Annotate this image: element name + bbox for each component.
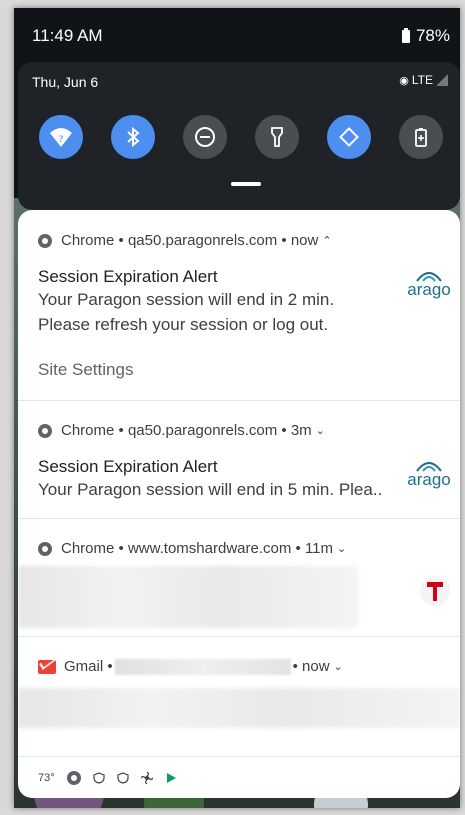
redacted-content [18, 566, 358, 628]
chrome-icon [38, 423, 52, 438]
auto-rotate-tile[interactable] [327, 115, 371, 159]
vibrate-icon: ◉ [399, 74, 409, 87]
notification-body-line2: Please refresh your session or log out. [38, 315, 329, 334]
notification-card[interactable]: Chrome • www.tomshardware.com • 11m ⌄ [18, 518, 460, 637]
battery-saver-tile[interactable] [399, 115, 443, 159]
app-name: Chrome [61, 540, 115, 557]
do-not-disturb-icon [195, 127, 215, 147]
notification-card[interactable]: Gmail • • now ⌄ [18, 636, 460, 757]
shield-icon [117, 772, 129, 784]
wifi-icon: ? [50, 128, 72, 147]
paragon-logo-text: arago [407, 470, 451, 489]
redacted-content [18, 688, 460, 728]
overflow-icon-tray: 73° [18, 758, 460, 798]
phone-screen: 11:49 AM 78% Thu, Jun 6 ◉ LTE ? Chrome •… [14, 8, 460, 808]
notification-time: now [302, 658, 330, 675]
redacted-sender [114, 658, 291, 675]
fan-icon [140, 772, 153, 784]
drag-handle[interactable] [231, 182, 261, 186]
site-settings-button[interactable]: Site Settings [38, 360, 133, 380]
chevron-up-icon[interactable]: ⌃ [322, 234, 331, 247]
notification-body-line1: Your Paragon session will end in 2 min. [38, 290, 335, 309]
bluetooth-icon [127, 126, 140, 148]
gmail-icon [38, 659, 56, 674]
notification-header: Chrome • qa50.paragonrels.com • 3m ⌄ [38, 422, 325, 439]
paragon-logo: arago [406, 268, 452, 299]
source-domain: www.tomshardware.com [127, 540, 292, 557]
status-bar: 11:49 AM 78% [14, 8, 460, 58]
quick-settings-panel: Thu, Jun 6 ◉ LTE ? [18, 62, 460, 210]
battery-percent: 78% [415, 26, 450, 45]
notification-header: Gmail • • now ⌄ [38, 658, 343, 675]
app-name: Chrome [61, 422, 115, 439]
bluetooth-tile[interactable] [111, 115, 155, 159]
chevron-down-icon[interactable]: ⌄ [316, 424, 325, 437]
paragon-logo-text: arago [407, 280, 451, 299]
quick-tiles: ? [39, 115, 443, 159]
source-domain: qa50.paragonrels.com [127, 422, 278, 439]
clock: 11:49 AM [32, 26, 103, 45]
app-name: Gmail [64, 658, 104, 675]
notification-body: Your Paragon session will end in 5 min. … [38, 480, 383, 499]
notification-time: now [290, 232, 319, 249]
wifi-tile[interactable]: ? [39, 115, 83, 159]
source-domain: qa50.paragonrels.com [127, 232, 278, 249]
notification-card[interactable]: Chrome • qa50.paragonrels.com • 3m ⌄ Ses… [18, 400, 460, 519]
battery-saver-icon [415, 128, 427, 147]
chevron-down-icon[interactable]: ⌄ [334, 660, 343, 673]
network-type: LTE [411, 73, 433, 87]
chrome-icon [38, 233, 52, 248]
shield-icon [93, 772, 105, 784]
notification-title: Session Expiration Alert [38, 267, 218, 286]
notification-title: Session Expiration Alert [38, 457, 218, 476]
flashlight-tile[interactable] [255, 115, 299, 159]
battery-indicator: 78% [401, 26, 450, 46]
auto-rotate-icon [339, 127, 359, 147]
network-indicator: ◉ LTE [399, 73, 448, 87]
notification-time: 11m [304, 540, 334, 557]
notification-card[interactable]: Chrome • qa50.paragonrels.com • now ⌃ Se… [18, 210, 460, 401]
app-name: Chrome [61, 232, 115, 249]
notification-time: 3m [290, 422, 312, 439]
date-label: Thu, Jun 6 [32, 74, 99, 90]
notification-panel: Chrome • qa50.paragonrels.com • now ⌃ Se… [18, 210, 460, 798]
dnd-tile[interactable] [183, 115, 227, 159]
signal-icon [436, 74, 448, 86]
flashlight-icon [271, 127, 283, 147]
notification-header: Chrome • www.tomshardware.com • 11m ⌄ [38, 540, 346, 557]
notification-header: Chrome • qa50.paragonrels.com • now ⌃ [38, 232, 332, 249]
chrome-icon [66, 771, 81, 785]
tomshardware-logo [420, 576, 450, 606]
temperature-label: 73° [38, 772, 55, 784]
play-store-icon [166, 773, 176, 783]
paragon-logo: arago [406, 458, 452, 489]
svg-text:?: ? [59, 135, 64, 145]
chevron-down-icon[interactable]: ⌄ [337, 542, 346, 555]
chrome-icon [38, 541, 52, 556]
battery-icon [401, 27, 410, 43]
